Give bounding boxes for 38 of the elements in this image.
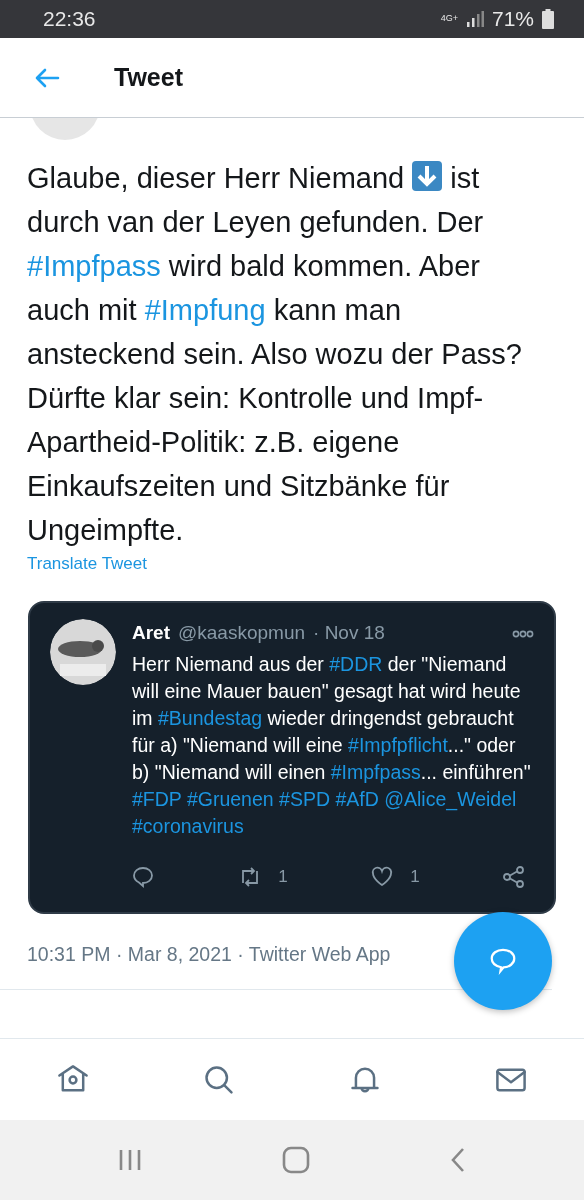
network-type: 4G+ — [440, 12, 458, 26]
page-title: Tweet — [114, 61, 183, 93]
signal-icon — [465, 11, 484, 27]
share-button[interactable] — [501, 864, 526, 889]
author-name: Aret — [132, 620, 170, 645]
back-arrow-icon — [34, 68, 60, 89]
retweet-button[interactable]: 1 — [238, 864, 288, 890]
hashtag-link[interactable]: #coronavirus — [132, 815, 244, 837]
translate-link[interactable]: Translate Tweet — [27, 551, 147, 577]
hashtag-link[interactable]: #DDR — [329, 653, 383, 675]
hashtag-link[interactable]: #Bundestag — [158, 707, 263, 729]
compose-button[interactable] — [454, 912, 552, 1010]
hashtag-link[interactable]: #Gruenen — [186, 788, 274, 810]
hashtag-link[interactable]: #FDP — [132, 788, 182, 810]
hashtag-link[interactable]: #SPD — [279, 788, 331, 810]
home-button-icon[interactable] — [282, 1146, 310, 1174]
heart-icon — [370, 864, 395, 889]
quoted-tweet-text: Herr Niemand aus der #DDR der "Niemand will eine Mauer bauen" gesagt hat wird heute im #Bundestag wieder dringendst gebraucht für a) "Niemand will eine #Impfpflicht..." oder b) "Niemand will einen #Impfpass... einführen" #FDP #Gruenen #SPD #AfD @Alice_Weidel #coronavirus — [132, 652, 532, 839]
author-handle: @kaaskopmun — [178, 620, 306, 645]
battery-percent: 71% — [491, 6, 534, 33]
share-icon — [501, 864, 526, 889]
avatar — [50, 618, 116, 685]
like-button[interactable]: 1 — [370, 864, 420, 890]
tweet-text: Glaube, dieser Herr Niemand ist durch van der Leyen gefunden. Der #Impfpass wird bald kommen. Aber auch mit #Impfung kann man ansteckend sein. Also wozu der Pass? Dürfte klar sein: Kontrolle und Impf-Apartheid-Politik: z.B. eigene Einkaufszeiten und Sitzbänke für Ungeimpfte. — [27, 160, 523, 548]
hashtag-link[interactable]: @Alice_Weidel — [384, 788, 517, 810]
clock-time: 22:36 — [43, 6, 96, 33]
reply-icon — [132, 864, 156, 889]
hashtag-link[interactable]: #Impfpass — [330, 761, 421, 783]
more-icon — [512, 629, 534, 638]
quoted-tweet-card[interactable] — [28, 600, 556, 914]
reply-icon — [488, 946, 518, 976]
hashtag-link[interactable]: #Impfpass — [27, 250, 161, 282]
reply-button[interactable] — [132, 864, 156, 889]
battery-icon — [542, 9, 554, 29]
tweet-date: · Nov 18 — [313, 620, 385, 645]
hashtag-link[interactable]: #AfD — [335, 788, 379, 810]
hashtag-link[interactable]: #Impfung — [144, 294, 266, 326]
hashtag-link[interactable]: #Impfpflicht — [348, 734, 448, 756]
